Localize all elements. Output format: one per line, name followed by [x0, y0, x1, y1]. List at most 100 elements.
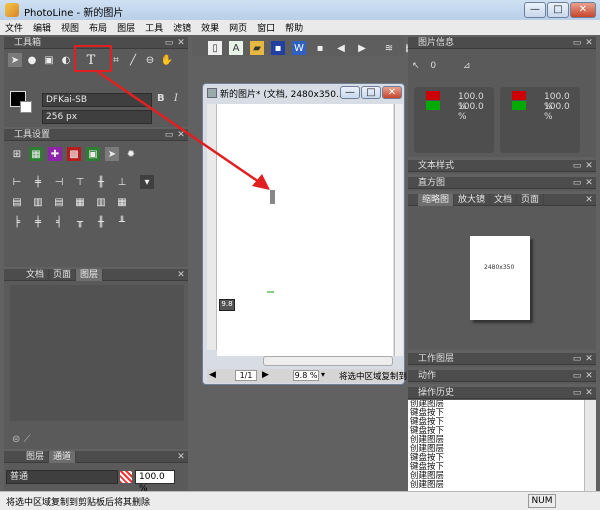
distribute-2-icon[interactable]: ▥ [31, 195, 45, 209]
angle-icon: ⊿ [463, 61, 471, 71]
vertical-scrollbar[interactable] [394, 104, 403, 356]
background-color-swatch[interactable] [20, 101, 32, 113]
distribute-4-icon[interactable]: ▦ [73, 195, 87, 209]
first-page-icon[interactable]: ◀ [209, 370, 216, 380]
tab-page[interactable]: 页面 [49, 269, 77, 281]
distribute-1-icon[interactable]: ▤ [10, 195, 24, 209]
doc-close-button[interactable]: ✕ [382, 86, 402, 99]
tab-nav-page[interactable]: 页面 [517, 194, 545, 206]
panel-close-icon[interactable]: ✕ [584, 353, 594, 365]
panel-close-icon[interactable]: ✕ [176, 451, 186, 463]
menu-web[interactable]: 网页 [224, 21, 252, 34]
menu-view[interactable]: 视图 [56, 21, 84, 34]
tab-layer[interactable]: 图层 [76, 269, 104, 281]
menu-edit[interactable]: 编辑 [28, 21, 56, 34]
page-thumbnail[interactable]: 2480x350 [470, 236, 530, 320]
new-document-icon[interactable]: ▯ [208, 41, 222, 55]
page-field[interactable]: 1/1 [235, 370, 257, 381]
red-square-icon[interactable]: ▩ [67, 147, 81, 161]
menu-filter[interactable]: 滤镜 [168, 21, 196, 34]
work-layer-header[interactable]: 工作图层 ▭ ✕ [408, 353, 596, 365]
align-right-icon[interactable]: ⊣ [52, 175, 66, 189]
text-style-header[interactable]: 文本样式 ▭ ✕ [408, 160, 596, 172]
thumb-label: 2480x350 [484, 264, 515, 271]
tab-magnifier[interactable]: 放大镜 [454, 194, 491, 206]
menu-tools[interactable]: 工具 [140, 21, 168, 34]
panel-menu-icon[interactable]: ▭ [572, 37, 582, 49]
distribute-3-icon[interactable]: ▤ [52, 195, 66, 209]
info-percent-2b: 100.0 % [544, 102, 570, 122]
menu-layout[interactable]: 布局 [84, 21, 112, 34]
space-2-icon[interactable]: ╪ [31, 215, 45, 229]
forward-icon[interactable]: ▶ [355, 41, 369, 55]
web-icon[interactable]: W [292, 41, 306, 55]
open-folder-icon[interactable]: ▰ [250, 41, 264, 55]
panel-close-icon[interactable]: ✕ [584, 177, 594, 189]
space-6-icon[interactable]: ╨ [115, 215, 129, 229]
panel-close-icon[interactable]: ✕ [584, 160, 594, 172]
tab-channels[interactable]: 通道 [49, 451, 77, 463]
green-grid-icon[interactable]: ▦ [29, 147, 43, 161]
stamp-icon[interactable]: ▣ [42, 53, 56, 67]
histogram-header[interactable]: 直方图 ▭ ✕ [408, 177, 596, 189]
history-header: 操作历史 ▭ ✕ [408, 387, 596, 399]
layer-tools-icons[interactable]: ⊜ ⟋ [12, 434, 31, 445]
space-1-icon[interactable]: ╞ [10, 215, 24, 229]
history-scrollbar[interactable] [584, 400, 596, 491]
doc-minimize-button[interactable]: — [340, 86, 360, 99]
tab-layers[interactable]: 图层 [22, 451, 50, 463]
minimize-button[interactable]: — [524, 2, 546, 18]
back-icon[interactable]: ◀ [334, 41, 348, 55]
panel-menu-icon[interactable]: ▭ [164, 37, 174, 49]
history-item[interactable]: 创建图层 [408, 481, 584, 490]
panel-menu-icon[interactable]: ▭ [572, 160, 582, 172]
space-3-icon[interactable]: ╡ [52, 215, 66, 229]
fill-icon[interactable]: ◐ [59, 53, 73, 67]
tab-document[interactable]: 文档 [22, 269, 50, 281]
menu-help[interactable]: 帮助 [280, 21, 308, 34]
space-5-icon[interactable]: ╫ [94, 215, 108, 229]
panel-close-icon[interactable]: ✕ [584, 387, 594, 399]
actions-header[interactable]: 动作 ▭ ✕ [408, 370, 596, 382]
doc-maximize-button[interactable]: □ [361, 86, 381, 99]
image-info-header: 图片信息 ▭ ✕ [408, 37, 596, 49]
blend-mode-select[interactable]: 普通 [6, 470, 118, 484]
panel-menu-icon[interactable]: ▭ [572, 353, 582, 365]
tab-thumbnail[interactable]: 缩略图 [418, 194, 455, 206]
save-as-icon[interactable]: ▪ [313, 41, 327, 55]
menu-window[interactable]: 窗口 [252, 21, 280, 34]
panel-menu-icon[interactable]: ▭ [572, 177, 582, 189]
image-info-panel: 图片信息 ▭ ✕ ↖ 0 ⊿ 100.0 % 100.0 % 100.0 % 1… [408, 37, 596, 157]
horizontal-scrollbar[interactable] [263, 356, 393, 366]
new-text-icon[interactable]: A [229, 41, 243, 55]
panel-close-icon[interactable]: ✕ [584, 194, 594, 206]
close-button[interactable]: ✕ [570, 2, 596, 18]
next-page-icon[interactable]: ▶ [262, 370, 269, 380]
lasso-icon[interactable]: ● [25, 53, 39, 67]
panel-close-icon[interactable]: ✕ [176, 269, 186, 281]
plus-icon[interactable]: ✚ [48, 147, 62, 161]
align-left-icon[interactable]: ⊢ [10, 175, 24, 189]
align-center-h-icon[interactable]: ╪ [31, 175, 45, 189]
arrow-select-icon[interactable]: ➤ [8, 53, 22, 67]
opacity-field[interactable]: 100.0 % [135, 470, 175, 494]
menu-effects[interactable]: 效果 [196, 21, 224, 34]
panel-menu-icon[interactable]: ▭ [572, 370, 582, 382]
zoom-field[interactable]: 9.8 % [293, 370, 319, 381]
menu-file[interactable]: 文件 [0, 21, 28, 34]
space-4-icon[interactable]: ╥ [73, 215, 87, 229]
panel-close-icon[interactable]: ✕ [584, 37, 594, 49]
layers-area [10, 285, 184, 421]
zoom-dropdown-icon[interactable]: ▾ [321, 370, 325, 379]
panel-close-icon[interactable]: ✕ [176, 37, 186, 49]
maximize-button[interactable]: □ [547, 2, 569, 18]
menu-layer[interactable]: 图层 [112, 21, 140, 34]
green-swatch [426, 101, 440, 110]
save-icon[interactable]: ▪ [271, 41, 285, 55]
align-top-icon[interactable]: ⊤ [73, 175, 87, 189]
tab-nav-document[interactable]: 文档 [490, 194, 518, 206]
panel-close-icon[interactable]: ✕ [584, 370, 594, 382]
panel-menu-icon[interactable]: ▭ [572, 387, 582, 399]
scan-icon[interactable]: ≋ [382, 41, 396, 55]
text-mode-icon[interactable]: ⊞ [10, 147, 24, 161]
